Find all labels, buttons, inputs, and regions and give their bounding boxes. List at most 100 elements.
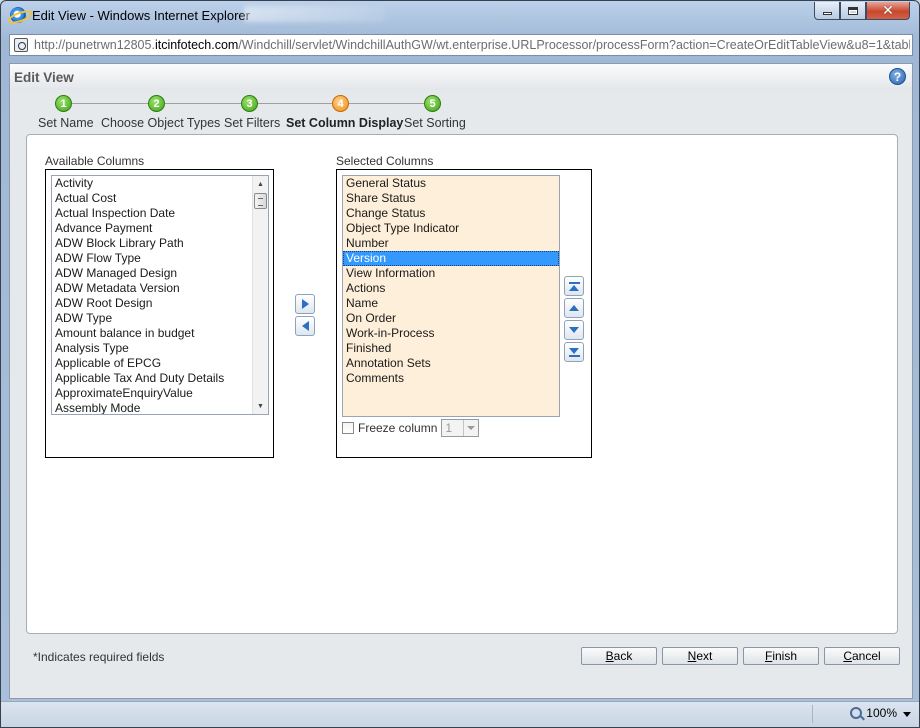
move-to-bottom-button[interactable] (564, 342, 584, 362)
available-columns-list[interactable]: Activity Actual Cost Actual Inspection Dat… (51, 175, 269, 415)
available-list-item[interactable]: Analysis Type (52, 341, 268, 356)
window-title: Edit View - Windows Internet Explorer (32, 8, 250, 23)
step-2-indicator[interactable]: 2 (148, 95, 165, 112)
available-list-item[interactable]: ADW Flow Type (52, 251, 268, 266)
window-controls: ✕ (814, 2, 910, 20)
url-text[interactable]: http://punetrwn12805.itcinfotech.com/Win… (34, 38, 910, 52)
freeze-column-row: Freeze column 1 (342, 419, 480, 437)
available-list-item[interactable]: Amount balance in budget (52, 326, 268, 341)
available-list-item[interactable]: Advance Payment (52, 221, 268, 236)
step-set-name[interactable]: Set Name (38, 116, 94, 130)
available-scrollbar[interactable]: ▲ ▼ (252, 176, 268, 414)
cancel-mnemonic: C (843, 649, 852, 663)
available-list-item[interactable]: ADW Metadata Version (52, 281, 268, 296)
arrow-right-icon (301, 299, 309, 309)
available-list-item[interactable]: Assembly Mode (52, 401, 268, 414)
scroll-thumb[interactable] (254, 193, 267, 209)
back-button[interactable]: Back (581, 647, 657, 665)
required-fields-note: *Indicates required fields (33, 650, 165, 664)
next-label: ext (696, 649, 713, 663)
selected-list-item[interactable]: Number (343, 236, 559, 251)
scroll-up-icon[interactable]: ▲ (253, 177, 268, 191)
selected-columns-list[interactable]: General Status Share Status Change Status O… (342, 175, 560, 417)
scroll-down-icon[interactable]: ▼ (253, 399, 268, 413)
selected-list-item[interactable]: Object Type Indicator (343, 221, 559, 236)
available-list-item[interactable]: Actual Inspection Date (52, 206, 268, 221)
step-set-column-display[interactable]: Set Column Display (286, 116, 403, 130)
freeze-column-select: 1 (441, 419, 480, 437)
close-window-button[interactable]: ✕ (866, 2, 910, 20)
selected-list-item[interactable]: Work-in-Process (343, 326, 559, 341)
step-choose-object-types[interactable]: Choose Object Types (101, 116, 220, 130)
status-separator (812, 705, 813, 723)
available-list-item[interactable]: Applicable of EPCG (52, 356, 268, 371)
step-3-indicator[interactable]: 3 (241, 95, 258, 112)
selected-list-item[interactable]: Change Status (343, 206, 559, 221)
internet-explorer-icon (10, 7, 26, 23)
minimize-button[interactable] (814, 2, 840, 20)
step-4-indicator[interactable]: 4 (332, 95, 349, 112)
url-suffix: /Windchill/servlet/WindchillAuthGW/wt.en… (238, 38, 910, 52)
minimize-icon (822, 12, 832, 15)
status-bar: 100% (1, 701, 919, 727)
selected-list-item[interactable]: Comments (343, 371, 559, 386)
browser-window: Edit View - Windows Internet Explorer ✕ … (0, 0, 920, 728)
selected-list-item[interactable]: Name (343, 296, 559, 311)
available-items: Activity Actual Cost Actual Inspection Dat… (52, 176, 268, 414)
selected-list-item[interactable]: Annotation Sets (343, 356, 559, 371)
close-icon: ✕ (882, 2, 894, 19)
available-list-item[interactable]: ApproximateEnquiryValue (52, 386, 268, 401)
selected-columns-box: General Status Share Status Change Status O… (336, 169, 592, 458)
page-icon (14, 38, 28, 52)
available-list-item[interactable]: ADW Managed Design (52, 266, 268, 281)
selected-list-item[interactable]: Finished (343, 341, 559, 356)
move-to-top-button[interactable] (564, 276, 584, 296)
selected-list-item[interactable]: Share Status (343, 191, 559, 206)
available-columns-box: Activity Actual Cost Actual Inspection Dat… (45, 169, 274, 458)
available-list-item[interactable]: ADW Root Design (52, 296, 268, 311)
move-up-button[interactable] (564, 298, 584, 318)
selected-list-item[interactable]: View Information (343, 266, 559, 281)
blurred-tab-area (244, 6, 384, 22)
move-down-button[interactable] (564, 320, 584, 340)
selected-columns-label: Selected Columns (336, 154, 434, 168)
remove-column-button[interactable] (295, 316, 315, 336)
step-1-indicator[interactable]: 1 (55, 95, 72, 112)
freeze-column-checkbox[interactable] (342, 422, 354, 434)
selected-list-item[interactable]: General Status (343, 176, 559, 191)
available-list-item[interactable]: ADW Block Library Path (52, 236, 268, 251)
selected-list-item[interactable]: Actions (343, 281, 559, 296)
selected-items: General Status Share Status Change Status O… (343, 176, 559, 386)
add-column-button[interactable] (295, 294, 315, 314)
selected-list-item[interactable]: On Order (343, 311, 559, 326)
step-set-filters[interactable]: Set Filters (224, 116, 280, 130)
help-icon[interactable]: ? (889, 68, 906, 85)
next-button[interactable]: Next (662, 647, 738, 665)
selected-list-item[interactable]: Version (343, 251, 559, 266)
zoom-dropdown-icon[interactable] (903, 712, 911, 717)
back-label: ack (613, 649, 633, 663)
address-bar[interactable]: http://punetrwn12805.itcinfotech.com/Win… (9, 34, 913, 56)
available-list-item[interactable]: ADW Type (52, 311, 268, 326)
available-list-item[interactable]: Applicable Tax And Duty Details (52, 371, 268, 386)
cancel-button[interactable]: Cancel (824, 647, 900, 665)
available-list-item[interactable]: Activity (52, 176, 268, 191)
zoom-control[interactable]: 100% (850, 706, 897, 720)
freeze-column-label: Freeze column (358, 421, 438, 435)
arrow-up-icon (569, 305, 579, 311)
cancel-label: ancel (851, 649, 881, 663)
move-top-icon (568, 281, 580, 291)
url-host: itcinfotech.com (154, 38, 239, 52)
finish-label: inish (772, 649, 798, 663)
step-set-sorting[interactable]: Set Sorting (404, 116, 466, 130)
freeze-column-value: 1 (445, 421, 453, 435)
url-prefix: http://punetrwn12805. (34, 38, 155, 52)
title-bar: Edit View - Windows Internet Explorer ✕ (1, 1, 919, 31)
step-5-indicator[interactable]: 5 (424, 95, 441, 112)
available-list-item[interactable]: Actual Cost (52, 191, 268, 206)
edit-view-page: Edit View ? 1 Set Name 2 Choose Object T… (9, 63, 913, 699)
maximize-button[interactable] (840, 2, 866, 20)
finish-button[interactable]: Finish (743, 647, 819, 665)
back-mnemonic: B (605, 649, 614, 663)
chevron-down-icon (463, 420, 478, 436)
